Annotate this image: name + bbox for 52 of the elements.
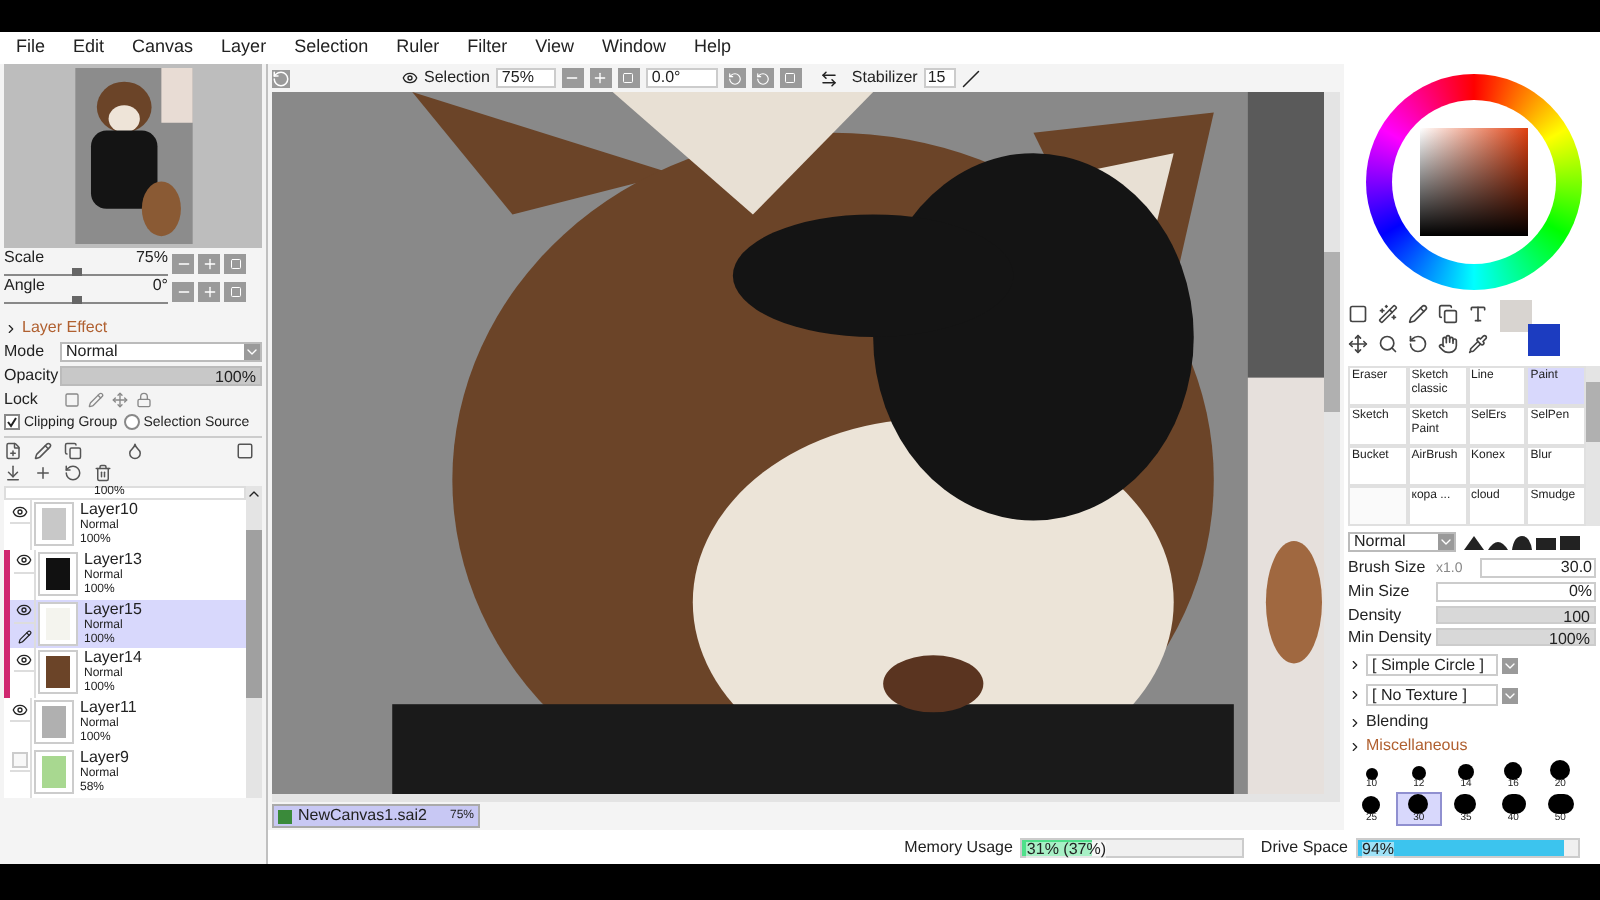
menu-item[interactable]: Canvas [132,34,194,62]
mode-dropdown[interactable]: Normal [60,342,262,362]
menu-item[interactable]: Filter [467,34,508,62]
slider-label: Angle [4,278,45,294]
lock-label: Lock [4,392,40,408]
menu-item[interactable]: File [16,34,46,62]
menu-item[interactable]: Ruler [396,34,440,62]
brush-option-field[interactable]: [ Simple Circle ] [1366,654,1498,676]
selection-label: Selection [424,70,490,86]
menu-item[interactable]: Window [601,34,666,62]
mode-label: Mode [4,344,47,360]
meter-value: 31% (37%) [1026,841,1106,857]
slider-label: Density [1348,607,1404,623]
layer-name: Layer13 [84,551,142,568]
brush-size-label: Brush Size [1348,560,1428,576]
menu-item[interactable]: Edit [73,34,105,62]
section-header[interactable]: Layer Effect [22,320,108,336]
menu-item[interactable]: Selection [294,34,369,62]
slider-value: 100% [1549,632,1590,648]
slider[interactable]: 100 [1436,606,1596,624]
menu-item[interactable]: View [535,34,574,62]
zoom-field[interactable]: 75% [495,68,556,88]
slider-value: 75% [135,250,168,266]
meter-value: 94% [1362,841,1395,857]
slider-value: 0° [152,278,168,294]
blend-mode-dropdown[interactable]: Normal [1348,532,1456,552]
status-label: Memory Usage [904,839,1013,855]
angle-field[interactable]: 0.0° [645,68,718,88]
section-header[interactable]: Blending [1366,714,1429,730]
slider-label: Scale [4,250,45,266]
min-size-label: Min Size [1348,584,1412,600]
layer-name: Layer14 [84,650,142,667]
brush-size-field[interactable]: 30.0 [1480,558,1596,578]
brush-option-field[interactable]: [ No Texture ] [1366,684,1498,706]
opacity-value: 100% [215,370,256,386]
slider-label: Min Density [1348,629,1432,645]
tab-title: NewCanvas1.sai2 [298,808,427,824]
slider[interactable]: 100% [1436,628,1596,646]
menu-item[interactable]: Layer [221,34,267,62]
layer-name: Layer15 [84,601,142,618]
status-label: Drive Space [1260,839,1348,855]
opacity-label: Opacity [4,368,56,384]
opacity-slider[interactable]: 100% [60,366,262,386]
layer-name: Layer10 [80,502,138,518]
stabilizer-label: Stabilizer [851,70,918,86]
stabilizer-field[interactable]: 15 [923,68,956,88]
min-size-field[interactable]: 0% [1436,582,1596,602]
slider-value: 100 [1563,610,1590,626]
section-header[interactable]: Miscellaneous [1366,738,1468,754]
layer-name: Layer9 [80,750,129,767]
menu-item[interactable]: Help [693,34,731,62]
layer-name: Layer11 [80,700,137,717]
